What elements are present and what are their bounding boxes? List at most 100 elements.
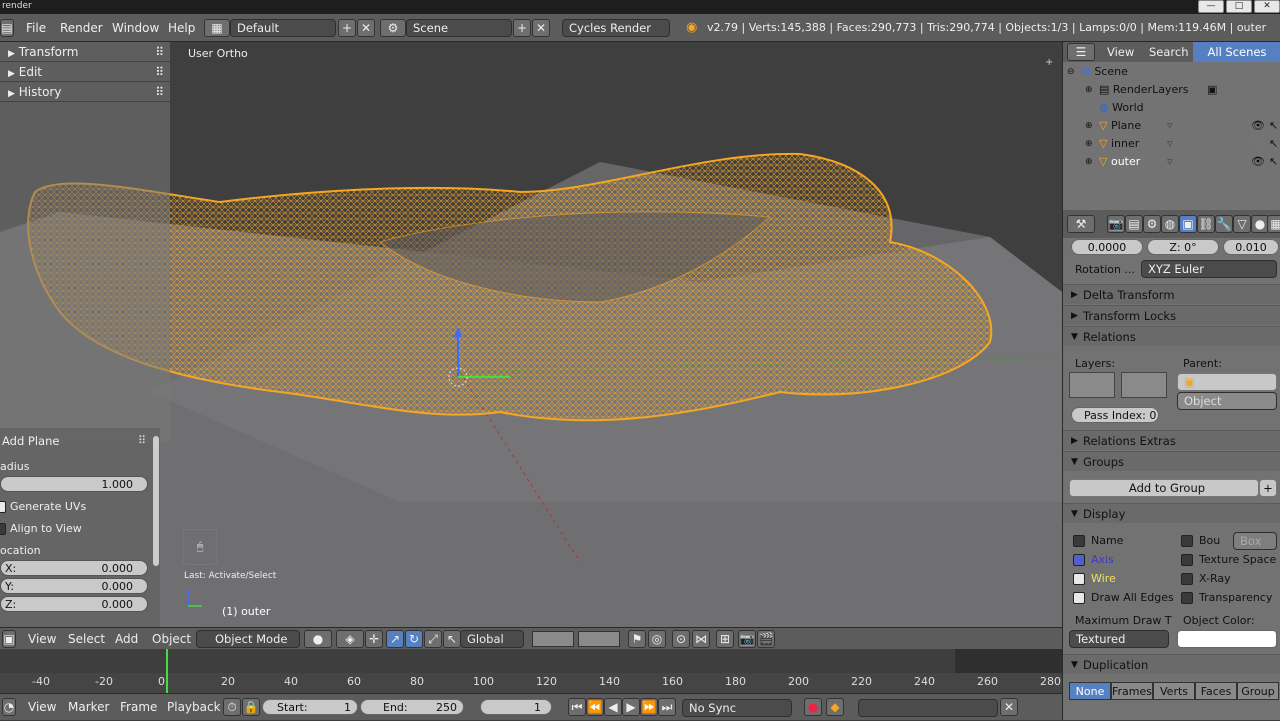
lock-range-icon[interactable]: 🔒 [242,698,260,716]
toolshelf-transform[interactable]: ▶ Transform ⠿ [0,42,170,62]
view-menu[interactable]: View [28,628,56,650]
scene-tab-icon[interactable]: ⚙ [1143,215,1161,233]
visibility-eye-icon[interactable]: 👁 [1251,117,1265,135]
scene-icon[interactable]: ⚙ [380,19,406,37]
texture-tab-icon[interactable]: ▦ [1267,215,1280,233]
orientation-icon[interactable]: ↖ [443,630,461,648]
sync-select[interactable]: No Sync [682,699,792,717]
scale-icon[interactable]: ⤢ [424,630,442,648]
record-icon[interactable]: ● [804,698,822,716]
layers-grid-b[interactable] [578,631,620,647]
translate-icon[interactable]: ↗ [386,630,404,648]
panel-relations[interactable]: ▼ Relations [1063,326,1280,346]
scale-x-field[interactable]: 0.0000 [1071,239,1143,255]
panel-duplication[interactable]: ▼ Duplication [1063,654,1280,674]
scene-field[interactable]: Scene [406,19,512,37]
object-layers-grid-a[interactable] [1069,372,1115,398]
outliner-row-outer[interactable]: ⊕ ▽ outer ▿ 👁 ↖ [1063,153,1280,171]
keying-set-field[interactable] [858,699,998,717]
xray-checkbox[interactable] [1181,573,1193,585]
display-name-checkbox[interactable] [1073,535,1085,547]
add-scene-icon[interactable]: + [513,19,531,37]
visibility-eye-icon[interactable]: 👁 [1251,135,1265,153]
dup-faces-button[interactable]: Faces [1195,682,1238,700]
outliner-search-menu[interactable]: Search [1149,42,1189,62]
manipulator-toggle-icon[interactable]: ✛ [365,630,383,648]
panel-transform-locks[interactable]: ▶ Transform Locks [1063,305,1280,325]
remove-scene-icon[interactable]: ✕ [532,19,550,37]
panel-display[interactable]: ▼ Display [1063,503,1280,523]
remove-layout-icon[interactable]: ✕ [357,19,375,37]
outliner-row-world[interactable]: ◍ World [1063,99,1280,117]
current-frame-field[interactable]: 1 [480,699,552,715]
expand-icon[interactable]: ⊕ [1085,135,1093,153]
location-y-field[interactable]: Y: 0.000 [0,578,148,594]
drag-handle-icon[interactable]: ⠿ [155,42,164,62]
menu-render[interactable]: Render [60,14,103,42]
bounds-type-select[interactable]: Box [1233,532,1277,550]
world-tab-icon[interactable]: ◍ [1161,215,1179,233]
play-icon[interactable]: ▶ [622,698,640,716]
shading-icon[interactable]: ● [304,630,332,648]
next-keyframe-icon[interactable]: ⏩ [640,698,658,716]
maximize-button[interactable]: □ [1226,0,1252,13]
dup-group-button[interactable]: Group [1237,682,1280,700]
menu-window[interactable]: Window [112,14,159,42]
end-frame-field[interactable]: End: 250 [360,699,464,715]
texture-space-checkbox[interactable] [1181,554,1193,566]
add-layout-icon[interactable]: + [338,19,356,37]
render-only-icon[interactable]: ◎ [648,630,666,648]
tl-view-menu[interactable]: View [28,694,56,721]
radius-field[interactable]: 1.000 [0,476,148,492]
expand-icon[interactable]: ⊕ [1085,117,1093,135]
snap-icon[interactable]: ⋈ [692,630,710,648]
jump-end-icon[interactable]: ⏭ [658,698,676,716]
menu-help[interactable]: Help [168,14,195,42]
location-z-field[interactable]: Z: 0.000 [0,596,148,612]
editor-type-icon[interactable]: ☰ [1067,43,1095,61]
keyframe-icon[interactable]: ◆ [826,698,844,716]
layers-grid-a[interactable] [532,631,574,647]
object-layers-grid-b[interactable] [1121,372,1167,398]
editor-type-icon[interactable]: ◔ [2,698,16,716]
outliner-row-renderlayers[interactable]: ⊕ ▤ RenderLayers ▣ [1063,81,1280,99]
scale-z-field[interactable]: 0.010 [1223,239,1279,255]
prev-keyframe-icon[interactable]: ⏪ [586,698,604,716]
selectable-icon[interactable]: ↖ [1269,117,1278,135]
location-x-field[interactable]: X: 0.000 [0,560,148,576]
remove-keyframe-icon[interactable]: ✕ [1000,698,1018,716]
tl-marker-menu[interactable]: Marker [68,694,109,721]
expand-icon[interactable]: ⊕ [1085,153,1093,171]
render-still-icon[interactable]: 📷 [738,630,756,648]
selectable-icon[interactable]: ↖ [1269,153,1278,171]
new-group-icon[interactable]: + [1259,479,1277,497]
keying-icon[interactable]: ⏱ [223,698,241,716]
outliner-view-menu[interactable]: View [1107,42,1134,62]
rotation-mode-select[interactable]: XYZ Euler [1141,260,1277,278]
expand-icon[interactable]: ⊖ [1067,63,1075,81]
redo-scrollbar[interactable] [153,436,159,566]
outliner-row-plane[interactable]: ⊕ ▽ Plane ▿ 👁 ↖ [1063,117,1280,135]
outliner-row-scene[interactable]: ⊖ ⚙ Scene [1063,63,1280,81]
constraints-tab-icon[interactable]: ⛓ [1197,215,1215,233]
lock-layers-icon[interactable]: ⚑ [628,630,646,648]
object-tab-icon[interactable]: ▣ [1179,215,1197,233]
parent-field[interactable]: ▣ [1177,373,1277,391]
add-menu[interactable]: Add [115,628,138,650]
toolshelf-history[interactable]: ▶ History ⠿ [0,82,170,102]
tl-playback-menu[interactable]: Playback [167,694,221,721]
snap-target-icon[interactable]: ⊞ [716,630,734,648]
orientation-select[interactable]: Global [460,630,524,648]
parent-type-select[interactable]: Object [1177,392,1277,410]
render-tab-icon[interactable]: 📷 [1107,215,1125,233]
menu-file[interactable]: File [26,14,46,42]
drag-handle-icon[interactable]: ⠿ [138,434,146,447]
data-tab-icon[interactable]: ▽ [1233,215,1251,233]
pass-index-field[interactable]: Pass Index: 0 [1071,407,1159,423]
screen-layout-icon[interactable]: ▦ [204,19,230,37]
proportional-edit-icon[interactable]: ⊙ [672,630,690,648]
render-anim-icon[interactable]: 🎬 [757,630,775,648]
modifiers-tab-icon[interactable]: 🔧 [1215,215,1233,233]
select-menu[interactable]: Select [68,628,105,650]
render-engine-select[interactable]: Cycles Render [562,19,670,37]
